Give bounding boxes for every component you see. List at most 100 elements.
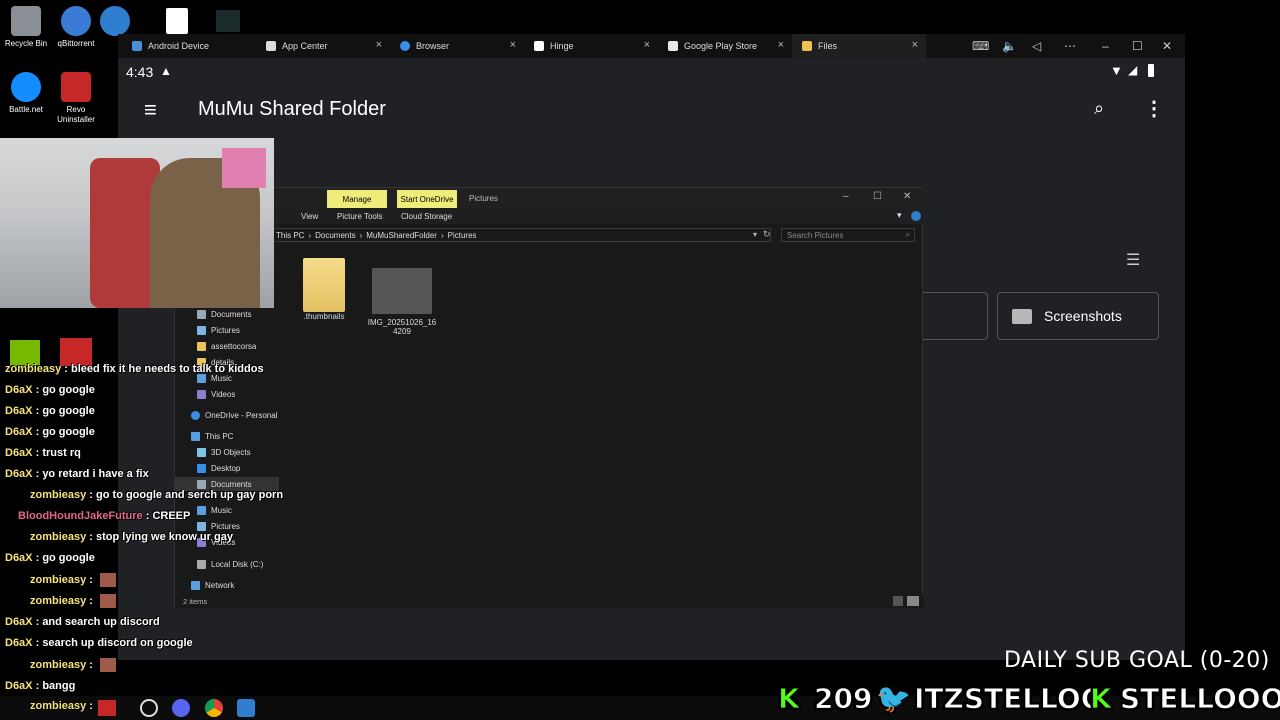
explorer-titlebar: Manage Start OneDrive Pictures – ☐ ✕: [175, 188, 924, 208]
maximize-icon[interactable]: ☐: [1132, 39, 1143, 53]
chat-line: D6aX : go google: [5, 405, 95, 417]
folder-icon: [197, 341, 206, 351]
overflow-menu-icon[interactable]: ⋮: [1144, 96, 1164, 121]
status-time: 4:43: [126, 64, 154, 80]
discord-icon[interactable]: [172, 699, 190, 717]
steam-icon[interactable]: [140, 699, 158, 717]
chat-line: zombieasy :: [30, 658, 117, 672]
nav-item-videos[interactable]: Videos: [175, 387, 279, 401]
folder-icon: [1012, 308, 1032, 324]
app-center-icon: [266, 41, 276, 51]
play-store-icon: [668, 41, 678, 51]
documents-icon: [197, 309, 206, 319]
desktop-icon-qbittorrent[interactable]: qBittorrent: [50, 6, 102, 49]
help-icon[interactable]: [911, 211, 921, 221]
close-icon[interactable]: ✕: [903, 191, 911, 202]
explorer-status-bar: 2 items: [175, 594, 924, 608]
large-icons-view-icon[interactable]: [907, 596, 919, 606]
file-item-thumbnails[interactable]: .thumbnails: [293, 258, 355, 330]
nav-item-desktop[interactable]: Desktop: [175, 461, 279, 475]
ribbon-picture-tools[interactable]: Picture Tools: [337, 212, 383, 221]
details-view-icon[interactable]: [893, 596, 903, 606]
tab-hinge[interactable]: Hinge ×: [524, 34, 658, 58]
search-icon: ⌕: [905, 230, 910, 239]
tab-app-center[interactable]: App Center ×: [256, 34, 390, 58]
ribbon-cloud-storage[interactable]: Cloud Storage: [401, 212, 452, 221]
close-icon[interactable]: ×: [376, 39, 382, 51]
chat-line: D6aX : search up discord on google: [5, 637, 193, 649]
nav-item-pictures[interactable]: Pictures: [175, 323, 279, 337]
app-taskbar-icon[interactable]: [98, 700, 116, 716]
menu-icon[interactable]: ≡: [144, 97, 157, 123]
keyboard-icon[interactable]: ⌨: [972, 39, 989, 53]
file-explorer-window: Manage Start OneDrive Pictures – ☐ ✕ Vie…: [174, 187, 924, 608]
nav-item-onedrive[interactable]: OneDrive - Personal: [175, 408, 279, 422]
app-shortcut-icon[interactable]: [216, 10, 240, 32]
chat-line: D6aX : go google: [5, 552, 95, 564]
more-icon[interactable]: ⋯: [1064, 39, 1076, 53]
volume-icon[interactable]: 🔈: [1002, 39, 1017, 53]
kick-count: 209: [813, 682, 873, 716]
close-icon[interactable]: ×: [510, 39, 516, 51]
ribbon-view[interactable]: View: [301, 212, 318, 221]
manage-tab[interactable]: Manage: [327, 190, 387, 208]
refresh-icon[interactable]: ↻: [763, 229, 771, 240]
documents-icon: [197, 479, 206, 489]
tab-browser[interactable]: Browser ×: [390, 34, 524, 58]
chevron-down-icon[interactable]: ▾: [897, 210, 902, 221]
start-onedrive-tab[interactable]: Start OneDrive: [397, 190, 457, 208]
chevron-down-icon[interactable]: ▾: [753, 230, 757, 239]
emote-icon: [100, 658, 117, 672]
desktop-icon: [197, 463, 206, 473]
window-close-icon[interactable]: ✕: [1162, 39, 1172, 53]
nav-item-network[interactable]: Network: [175, 578, 279, 592]
pictures-icon: [197, 521, 206, 531]
minimize-icon[interactable]: –: [843, 191, 849, 202]
breadcrumb[interactable]: This PC › Documents › MuMuSharedFolder › Pi…: [271, 228, 771, 242]
chat-line: zombieasy :: [30, 700, 93, 712]
tab-android-device[interactable]: Android Device: [122, 34, 256, 58]
tab-google-play-store[interactable]: Google Play Store ×: [658, 34, 792, 58]
mumu-player-icon[interactable]: [237, 699, 255, 717]
network-icon: [191, 580, 200, 590]
minimize-icon[interactable]: –: [1102, 39, 1109, 53]
cube-icon: [197, 447, 206, 457]
media-file-icon[interactable]: [166, 8, 188, 34]
tab-files[interactable]: Files ×: [792, 34, 926, 58]
chat-line: D6aX : go google: [5, 384, 95, 396]
desktop-icon-revo[interactable]: Revo Uninstaller: [50, 72, 102, 125]
nav-item-music-pc[interactable]: Music: [175, 503, 279, 517]
warning-icon: ▲: [160, 64, 172, 78]
signal-icon: ◢: [1128, 63, 1138, 77]
chat-line: zombieasy :: [30, 573, 117, 587]
nav-item-documents[interactable]: Documents: [175, 307, 279, 321]
list-view-icon[interactable]: ☰: [1126, 250, 1140, 270]
pictures-icon: [197, 325, 206, 335]
search-input[interactable]: Search Pictures ⌕: [781, 228, 915, 242]
file-item-image[interactable]: IMG_20251026_164209: [367, 268, 437, 340]
desktop-icon-partial[interactable]: [100, 6, 130, 36]
recycle-bin-icon: [11, 6, 41, 36]
nav-item-this-pc[interactable]: This PC: [175, 429, 279, 443]
address-bar[interactable]: This PC › Documents › MuMuSharedFolder › Pi…: [175, 226, 924, 244]
search-icon[interactable]: ⌕: [1094, 98, 1104, 119]
chat-line: D6aX : trust rq: [5, 447, 81, 459]
close-icon[interactable]: ×: [778, 39, 784, 51]
nav-item-local-disk[interactable]: Local Disk (C:): [175, 557, 279, 571]
maximize-icon[interactable]: ☐: [873, 191, 882, 202]
window-title: Pictures: [469, 194, 498, 203]
back-icon[interactable]: ◁: [1032, 39, 1041, 53]
nav-item-3d-objects[interactable]: 3D Objects: [175, 445, 279, 459]
chat-line: D6aX : and search up discord: [5, 616, 160, 628]
sub-goal: DAILY SUB GOAL (0-20): [1004, 648, 1270, 673]
close-icon[interactable]: ×: [912, 39, 918, 51]
nav-item-assettocorsa[interactable]: assettocorsa: [175, 339, 279, 353]
chrome-icon[interactable]: [205, 699, 223, 717]
folder-card-screenshots[interactable]: Screenshots: [997, 292, 1159, 340]
desktop-icon-battlenet[interactable]: Battle.net: [0, 72, 52, 115]
browser-icon: [400, 41, 410, 51]
app-manager-icon[interactable]: [60, 338, 92, 366]
chat-line: zombieasy : stop lying we know ur gay: [30, 531, 233, 543]
desktop-icon-recycle-bin[interactable]: Recycle Bin: [0, 6, 52, 49]
close-icon[interactable]: ×: [644, 39, 650, 51]
